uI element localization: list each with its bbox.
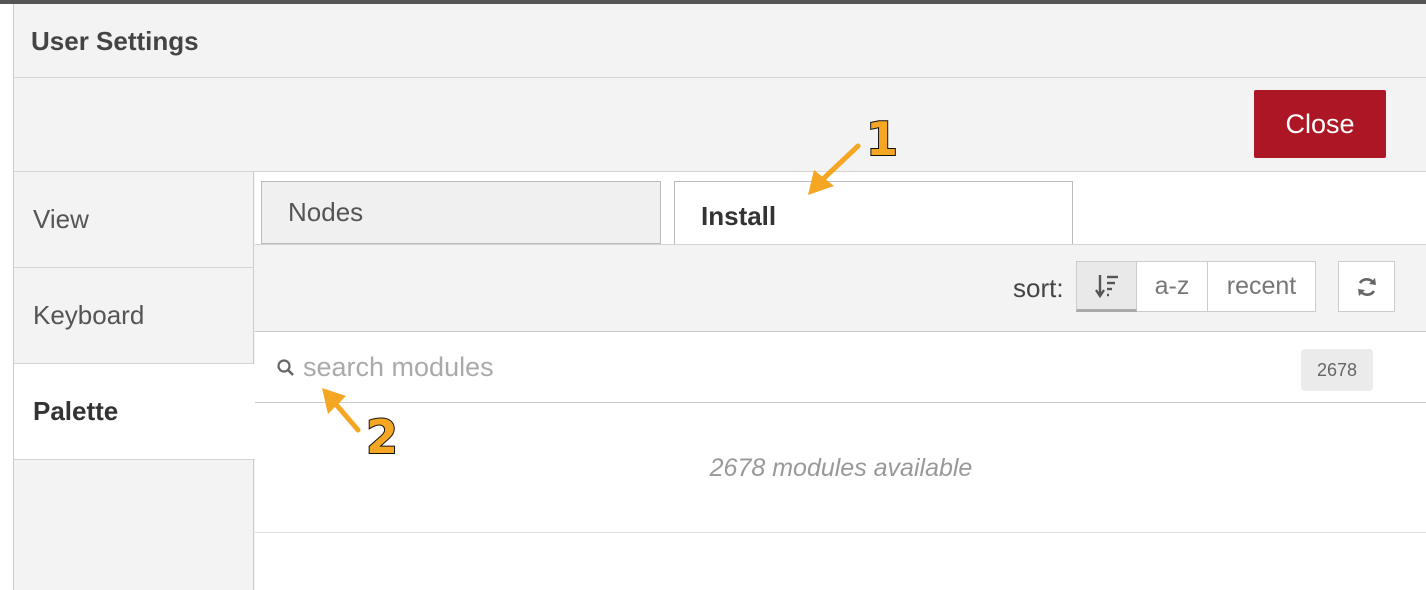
user-settings-dialog: User Settings Close View Keyboard Palett…	[13, 4, 1426, 590]
search-input[interactable]	[303, 346, 1203, 388]
settings-sidebar: View Keyboard Palette	[14, 172, 255, 590]
annotation-number-1: 1	[865, 111, 899, 167]
close-button[interactable]: Close	[1254, 90, 1386, 158]
sort-label: sort:	[1013, 273, 1064, 303]
sort-recent-button[interactable]: recent	[1208, 261, 1316, 312]
dialog-button-bar: Close	[14, 78, 1426, 172]
tab-nodes[interactable]: Nodes	[261, 181, 661, 244]
search-icon	[277, 359, 294, 376]
sidebar-item-label: Palette	[33, 396, 119, 426]
results-message: 2678 modules available	[709, 454, 973, 482]
sidebar-item-label: Keyboard	[33, 300, 145, 330]
annotation-arrow-1	[808, 143, 861, 195]
palette-panel: Nodes Install sort: a-z recent search mo…	[255, 172, 1426, 590]
annotation-arrow-2	[322, 388, 361, 433]
refresh-icon	[1357, 277, 1376, 296]
tab-label: Nodes	[288, 197, 364, 227]
dialog-header: User Settings	[14, 4, 1426, 78]
module-search-bar: 2678	[255, 332, 1426, 403]
refresh-button[interactable]	[1338, 261, 1395, 312]
install-toolbar: sort: a-z recent	[255, 244, 1426, 332]
sort-button-group: a-z recent	[1076, 261, 1316, 312]
module-count-badge: 2678	[1301, 349, 1373, 391]
sort-az-button[interactable]: a-z	[1137, 261, 1208, 312]
sidebar-item-label: View	[33, 204, 89, 234]
sort-relevance-button[interactable]	[1076, 261, 1137, 312]
tab-install[interactable]: Install	[674, 181, 1073, 244]
sidebar-item-palette[interactable]: Palette	[14, 364, 255, 460]
sidebar-item-view[interactable]: View	[14, 172, 254, 268]
tab-label: Install	[701, 200, 777, 231]
module-results: 2678 modules available	[255, 403, 1426, 533]
sort-relevance-icon	[1094, 274, 1118, 298]
sidebar-item-keyboard[interactable]: Keyboard	[14, 268, 254, 364]
dialog-title: User Settings	[31, 26, 199, 56]
annotation-number-2: 2	[365, 409, 399, 465]
